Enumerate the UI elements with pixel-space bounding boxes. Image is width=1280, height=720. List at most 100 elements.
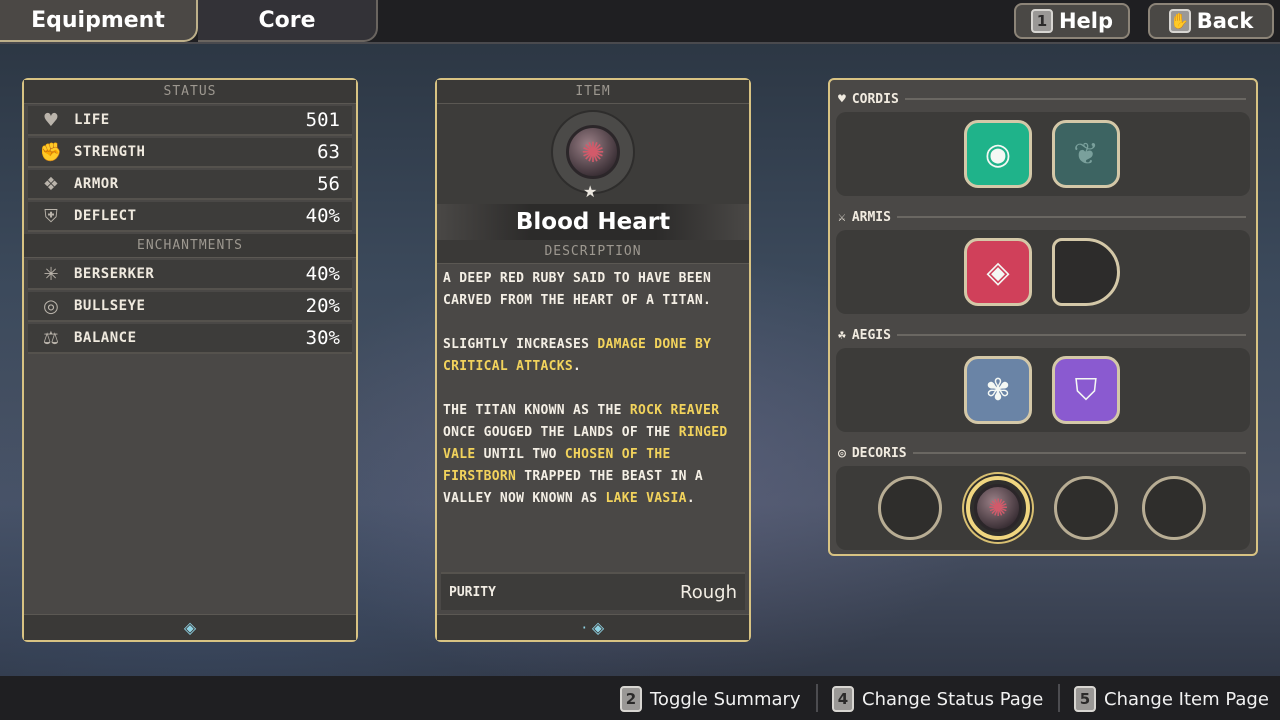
page-indicator-icon: · ◈ <box>437 614 749 640</box>
desc-text: . <box>573 359 582 374</box>
toggle-summary-hint[interactable]: 2 Toggle Summary <box>620 684 801 714</box>
desc-paragraph-3: THE TITAN KNOWN AS THE ROCK REAVER ONCE … <box>443 400 743 510</box>
divider <box>904 98 1246 100</box>
item-name: Blood Heart <box>437 204 749 240</box>
decoris-slot-2-selected[interactable]: ✺ <box>966 476 1030 540</box>
stat-row-armor: ❖ ARMOR 56 <box>28 170 352 200</box>
key-5-icon: 5 <box>1074 686 1096 712</box>
cordis-slot-1[interactable]: ◉ <box>964 120 1032 188</box>
target-icon: ◎ <box>838 445 846 461</box>
stat-row-strength: ✊ STRENGTH 63 <box>28 138 352 168</box>
top-bar: Equipment Core 1 Help ✋ Back <box>0 0 1280 44</box>
heart-icon: ♥ <box>838 91 846 107</box>
divider <box>1058 684 1060 712</box>
item-preview: ✺ ★ <box>437 104 749 204</box>
aegis-slot-1[interactable]: ✾ <box>964 356 1032 424</box>
item-header: ITEM <box>437 80 749 104</box>
ench-row-balance: ⚖ BALANCE 30% <box>28 324 352 354</box>
desc-highlight: LAKE VASIA <box>605 491 687 506</box>
tab-core-label: Core <box>258 7 316 33</box>
stat-row-life: ♥ LIFE 501 <box>28 106 352 136</box>
cordis-slots: ◉ ❦ <box>836 112 1250 196</box>
ench-value: 30% <box>305 327 340 349</box>
status-header: STATUS <box>24 80 356 104</box>
desc-paragraph-2: SLIGHTLY INCREASES DAMAGE DONE BY CRITIC… <box>443 334 743 378</box>
green-rune-icon: ◉ <box>984 136 1012 172</box>
change-status-page-hint[interactable]: 4 Change Status Page <box>832 684 1043 714</box>
purity-value: Rough <box>680 581 737 603</box>
stat-label: LIFE <box>74 112 110 128</box>
divider <box>896 216 1246 218</box>
armis-slot-1[interactable]: ◈ <box>964 238 1032 306</box>
ench-value: 20% <box>305 295 340 317</box>
stat-value: 501 <box>305 109 340 131</box>
armis-slot-2-empty[interactable] <box>1052 238 1120 306</box>
cordis-slot-2[interactable]: ❦ <box>1052 120 1120 188</box>
armor-icon: ❖ <box>42 173 60 195</box>
aegis-slot-2[interactable]: ⛉ <box>1052 356 1120 424</box>
heart-icon: ♥ <box>42 109 60 131</box>
tab-equipment[interactable]: Equipment <box>0 0 198 42</box>
tab-equipment-label: Equipment <box>31 7 165 33</box>
swords-icon: ⚔ <box>838 209 846 225</box>
cordis-label: CORDIS <box>851 91 899 107</box>
desc-text: SLIGHTLY INCREASES <box>443 337 598 352</box>
star-icon: ★ <box>583 182 598 201</box>
desc-text: ONCE GOUGED THE LANDS OF THE <box>443 425 679 440</box>
key-4-icon: 4 <box>832 686 854 712</box>
slots-panel: ♥ CORDIS ◉ ❦ ⚔ ARMIS ◈ ☘ AEGIS ✾ ⛉ ◎ DEC… <box>828 78 1258 556</box>
fist-icon: ✊ <box>39 141 63 163</box>
help-button[interactable]: 1 Help <box>1014 3 1130 39</box>
stat-label: ARMOR <box>74 176 119 192</box>
item-description: A DEEP RED RUBY SAID TO HAVE BEEN CARVED… <box>437 264 749 510</box>
decoris-slot-4-empty[interactable] <box>1142 476 1206 540</box>
shield-icon: ⛨ <box>44 205 58 227</box>
aegis-slots: ✾ ⛉ <box>836 348 1250 432</box>
divider <box>912 452 1246 454</box>
desc-text: . <box>686 491 695 506</box>
armis-slots: ◈ <box>836 230 1250 314</box>
cordis-header: ♥ CORDIS <box>830 88 1256 110</box>
ench-label: BULLSEYE <box>74 298 146 314</box>
blood-heart-gem-icon: ✺ <box>566 125 620 179</box>
stat-value: 56 <box>317 173 340 195</box>
key-2-icon: 2 <box>620 686 642 712</box>
red-rune-icon: ◈ <box>986 254 1010 290</box>
ench-value: 40% <box>305 263 340 285</box>
decoris-header: ◎ DECORIS <box>830 442 1256 464</box>
back-button[interactable]: ✋ Back <box>1148 3 1274 39</box>
stat-label: STRENGTH <box>74 144 146 160</box>
change-item-page-label: Change Item Page <box>1104 688 1269 710</box>
purple-rune-icon: ⛉ <box>1074 372 1098 408</box>
armis-label: ARMIS <box>851 209 891 225</box>
tab-core[interactable]: Core <box>198 0 378 42</box>
divider <box>816 684 818 712</box>
hand-icon: ✋ <box>1168 9 1191 33</box>
status-panel: STATUS ♥ LIFE 501 ✊ STRENGTH 63 ❖ ARMOR … <box>22 78 358 642</box>
change-item-page-hint[interactable]: 5 Change Item Page <box>1074 684 1269 714</box>
balance-icon: ⚖ <box>42 327 60 349</box>
blue-rune-icon: ✾ <box>985 372 1011 408</box>
back-label: Back <box>1196 9 1254 33</box>
stat-label: DEFLECT <box>74 208 137 224</box>
desc-text: UNTIL TWO <box>475 447 565 462</box>
ench-row-berserker: ✳ BERSERKER 40% <box>28 260 352 290</box>
blood-heart-gem-icon: ✺ <box>974 484 1022 532</box>
key-1-icon: 1 <box>1030 9 1053 33</box>
ench-row-bullseye: ◎ BULLSEYE 20% <box>28 292 352 322</box>
bullseye-icon: ◎ <box>43 295 59 317</box>
teal-rune-icon: ❦ <box>1073 136 1099 172</box>
aegis-icon: ☘ <box>838 327 846 343</box>
stat-value: 40% <box>305 205 340 227</box>
toggle-summary-label: Toggle Summary <box>650 688 801 710</box>
armis-header: ⚔ ARMIS <box>830 206 1256 228</box>
description-header: DESCRIPTION <box>437 240 749 264</box>
decoris-slots: ✺ <box>836 466 1250 550</box>
decoris-slot-3-empty[interactable] <box>1054 476 1118 540</box>
ench-label: BALANCE <box>74 330 137 346</box>
stat-row-deflect: ⛨ DEFLECT 40% <box>28 202 352 232</box>
desc-highlight: ROCK REAVER <box>629 403 720 418</box>
divider <box>896 334 1246 336</box>
decoris-slot-1-empty[interactable] <box>878 476 942 540</box>
item-panel: ITEM ✺ ★ Blood Heart DESCRIPTION A DEEP … <box>435 78 751 642</box>
